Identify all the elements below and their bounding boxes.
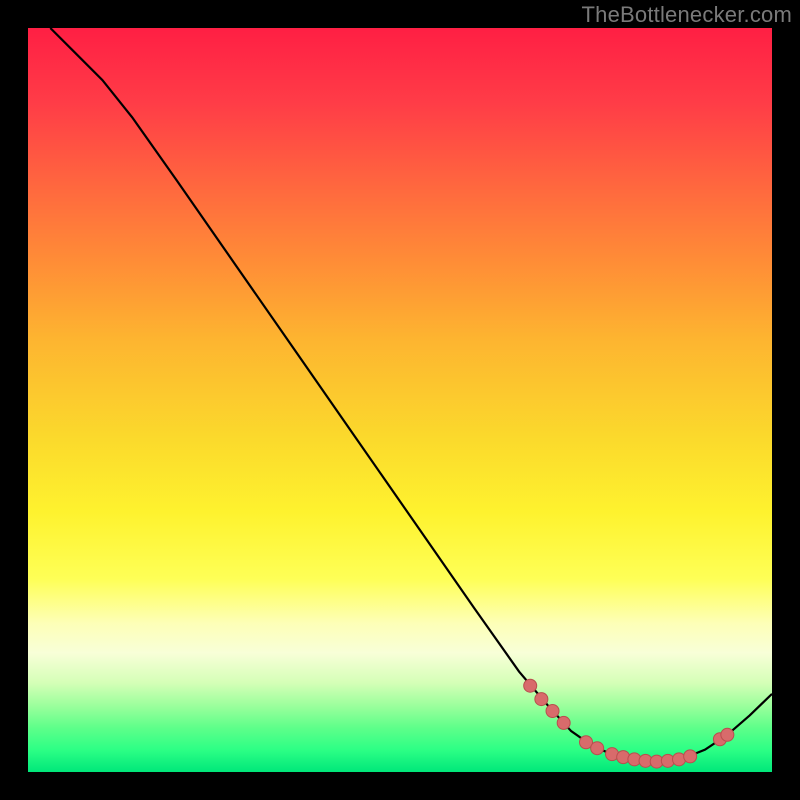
bottleneck-curve	[50, 28, 772, 762]
data-point	[535, 693, 548, 706]
attribution-text: TheBottlenecker.com	[582, 2, 792, 28]
data-point	[557, 716, 570, 729]
data-point	[546, 704, 559, 717]
data-points	[524, 679, 734, 768]
chart-container: TheBottlenecker.com	[0, 0, 800, 800]
data-point	[721, 728, 734, 741]
data-point	[684, 750, 697, 763]
data-point	[591, 742, 604, 755]
data-point	[524, 679, 537, 692]
curve-layer	[28, 28, 772, 772]
plot-area	[28, 28, 772, 772]
